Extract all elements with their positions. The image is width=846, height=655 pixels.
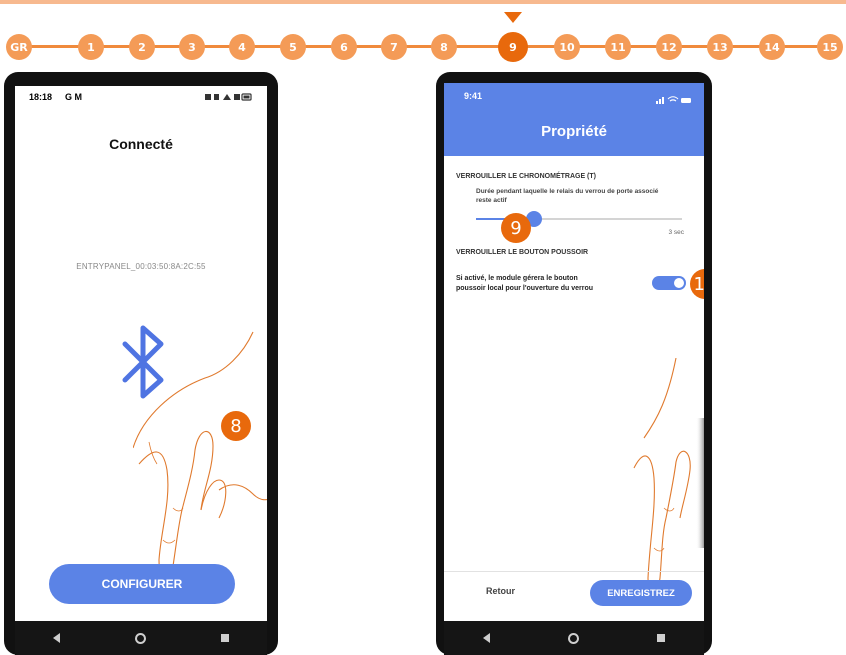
header-title: Propriété bbox=[541, 123, 607, 140]
lock-timer-description: Durée pendant laquelle le relais du verr… bbox=[476, 188, 659, 204]
back-icon[interactable] bbox=[52, 633, 60, 643]
step-6[interactable]: 6 bbox=[331, 34, 357, 60]
step-3[interactable]: 3 bbox=[179, 34, 205, 60]
step-13[interactable]: 13 bbox=[707, 34, 733, 60]
android-nav-bar bbox=[15, 621, 267, 655]
step-7[interactable]: 7 bbox=[381, 34, 407, 60]
pointing-hand-illustration bbox=[624, 357, 704, 598]
save-button[interactable]: ENREGISTREZ bbox=[590, 580, 692, 606]
step-12[interactable]: 12 bbox=[656, 34, 682, 60]
toggle-knob bbox=[674, 278, 684, 288]
status-bar: 18:18 G M bbox=[15, 86, 267, 108]
status-notification-icons: G M bbox=[65, 92, 82, 102]
status-time: 18:18 bbox=[29, 92, 53, 102]
step-1[interactable]: 1 bbox=[78, 34, 104, 60]
right-phone-frame: 9:41 Propriété VERROUILLER LE CHRONOMÉTR… bbox=[436, 72, 712, 655]
left-phone-screen: 18:18 G M Connecté ENTRYPANEL_00:03:50:8… bbox=[15, 86, 267, 655]
footer-divider bbox=[444, 571, 704, 572]
step-4[interactable]: 4 bbox=[229, 34, 255, 60]
lock-timer-section-title: VERROUILLER LE CHRONOMÉTRAGE (T) bbox=[456, 173, 596, 180]
right-phone-screen: 9:41 Propriété VERROUILLER LE CHRONOMÉTR… bbox=[444, 83, 704, 655]
step-10[interactable]: 10 bbox=[554, 34, 580, 60]
status-system-icons bbox=[205, 93, 253, 101]
device-name: ENTRYPANEL_00:03:50:8A:2C:55 bbox=[76, 262, 206, 271]
push-button-toggle[interactable] bbox=[652, 276, 686, 290]
push-button-section-title: VERROUILLER LE BOUTON POUSSOIR bbox=[456, 249, 589, 256]
pointing-hand-illustration bbox=[132, 330, 267, 590]
step-9-active[interactable]: 9 bbox=[498, 32, 528, 62]
status-system-icons bbox=[656, 91, 692, 104]
page-title: Connecté bbox=[109, 136, 173, 152]
step-progress: GR 1 2 3 4 5 6 7 8 9 10 11 12 13 14 15 bbox=[0, 0, 846, 70]
step-callout-9: 9 bbox=[501, 213, 531, 243]
app-header: 9:41 Propriété bbox=[444, 83, 704, 156]
back-button[interactable]: Retour bbox=[486, 586, 515, 596]
slider-value: 3 sec bbox=[668, 229, 684, 236]
back-icon[interactable] bbox=[483, 633, 490, 643]
step-callout-10: 10 bbox=[690, 269, 704, 299]
home-icon[interactable] bbox=[568, 632, 579, 644]
step-5[interactable]: 5 bbox=[280, 34, 306, 60]
step-callout-8: 8 bbox=[221, 411, 251, 441]
recent-apps-icon[interactable] bbox=[221, 634, 230, 642]
step-gr[interactable]: GR bbox=[6, 34, 32, 60]
step-2[interactable]: 2 bbox=[129, 34, 155, 60]
current-step-pointer-icon bbox=[504, 12, 522, 23]
configure-button[interactable]: CONFIGURER bbox=[49, 564, 235, 604]
step-8[interactable]: 8 bbox=[431, 34, 457, 60]
step-11[interactable]: 11 bbox=[605, 34, 631, 60]
step-14[interactable]: 14 bbox=[759, 34, 785, 60]
recent-apps-icon[interactable] bbox=[657, 634, 665, 642]
android-nav-bar bbox=[444, 621, 704, 655]
step-15[interactable]: 15 bbox=[817, 34, 843, 60]
status-time: 9:41 bbox=[464, 91, 483, 101]
home-icon[interactable] bbox=[134, 632, 146, 644]
push-button-description: Si activé, le module gérera le bouton po… bbox=[456, 275, 594, 292]
left-phone-frame: 18:18 G M Connecté ENTRYPANEL_00:03:50:8… bbox=[4, 72, 278, 655]
